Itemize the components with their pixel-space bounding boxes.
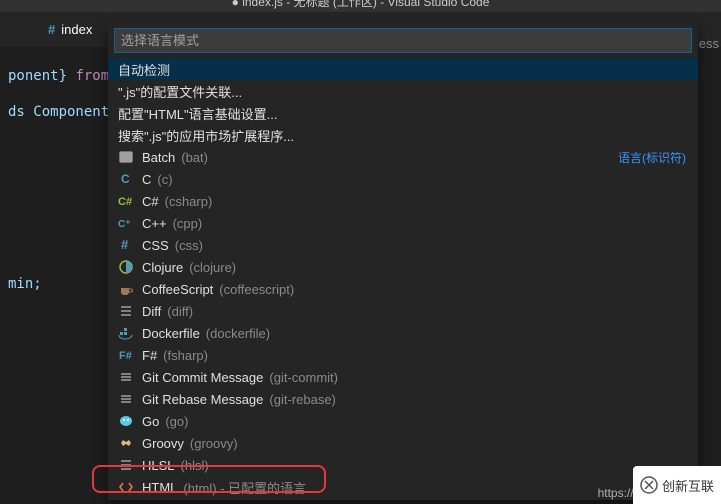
watermark-badge: 创新互联 — [633, 466, 721, 504]
language-desc: (groovy) — [190, 436, 238, 451]
language-desc: (hlsl) — [181, 458, 209, 473]
picker-hint: 语言(标识符) — [618, 149, 686, 166]
language-label: Diff — [142, 304, 161, 319]
language-desc: (fsharp) — [163, 348, 208, 363]
picker-item-label: 配置"HTML"语言基础设置... — [118, 104, 277, 123]
cpp-icon: C⁺ — [118, 215, 134, 231]
language-item[interactable]: C# C# (csharp) — [108, 190, 698, 212]
language-desc: (dockerfile) — [206, 326, 270, 341]
svg-text:C#: C# — [118, 196, 132, 208]
picker-item-label: 搜索".js"的应用市场扩展程序... — [118, 126, 294, 145]
docker-icon — [118, 325, 134, 341]
css-icon: # — [48, 22, 55, 37]
language-desc: (c) — [157, 172, 172, 187]
language-item[interactable]: Clojure (clojure) — [108, 256, 698, 278]
picker-item-label: 自动检测 — [118, 60, 170, 79]
language-item[interactable]: HLSL (hlsl) — [108, 454, 698, 476]
language-item[interactable]: Batch (bat) 语言(标识符) — [108, 146, 698, 168]
picker-item[interactable]: ".js"的配置文件关联... — [108, 80, 698, 102]
git-icon — [118, 391, 134, 407]
language-item[interactable]: # CSS (css) — [108, 234, 698, 256]
bat-icon — [118, 149, 134, 165]
coffee-icon — [118, 281, 134, 297]
editor-tab[interactable]: #index — [48, 14, 92, 45]
language-label: HLSL — [142, 458, 175, 473]
hlsl-icon — [118, 457, 134, 473]
svg-text:C: C — [121, 172, 130, 186]
language-desc: (diff) — [167, 304, 193, 319]
language-search-input[interactable] — [114, 28, 692, 53]
diff-icon — [118, 303, 134, 319]
groovy-icon — [118, 435, 134, 451]
badge-logo-icon — [640, 476, 658, 494]
language-label: Dockerfile — [142, 326, 200, 341]
picker-item-label: ".js"的配置文件关联... — [118, 82, 242, 101]
picker-item[interactable]: 搜索".js"的应用市场扩展程序... — [108, 124, 698, 146]
language-desc: (bat) — [181, 150, 208, 165]
language-label: Clojure — [142, 260, 183, 275]
svg-text:F#: F# — [119, 350, 132, 362]
language-label: C — [142, 172, 151, 187]
language-item[interactable]: Git Rebase Message (git-rebase) — [108, 388, 698, 410]
language-item[interactable]: CoffeeScript (coffeescript) — [108, 278, 698, 300]
language-item[interactable]: F# F# (fsharp) — [108, 344, 698, 366]
language-item[interactable]: Git Commit Message (git-commit) — [108, 366, 698, 388]
language-desc: (coffeescript) — [219, 282, 294, 297]
language-label: F# — [142, 348, 157, 363]
language-mode-picker: 自动检测 ".js"的配置文件关联... 配置"HTML"语言基础设置... 搜索".… — [108, 23, 698, 500]
git-icon — [118, 369, 134, 385]
fsharp-icon: F# — [118, 347, 134, 363]
language-desc: (git-commit) — [269, 370, 338, 385]
language-desc: (go) — [165, 414, 188, 429]
language-label: C++ — [142, 216, 167, 231]
language-label: Groovy — [142, 436, 184, 451]
language-item[interactable]: Go (go) — [108, 410, 698, 432]
language-desc: (git-rebase) — [269, 392, 335, 407]
language-label: Git Rebase Message — [142, 392, 263, 407]
language-desc: (html) - 已配置的语言 — [183, 478, 306, 497]
picker-item[interactable]: 自动检测 — [108, 58, 698, 80]
go-icon — [118, 413, 134, 429]
window-title-bar: ● index.js - 无标题 (工作区) - Visual Studio C… — [0, 0, 721, 12]
svg-text:C⁺: C⁺ — [118, 219, 131, 230]
language-label: Git Commit Message — [142, 370, 263, 385]
language-label: Go — [142, 414, 159, 429]
c-icon: C — [118, 171, 134, 187]
language-desc: (css) — [175, 238, 203, 253]
language-item[interactable]: Diff (diff) — [108, 300, 698, 322]
html-icon — [118, 479, 134, 495]
csharp-icon: C# — [118, 193, 134, 209]
language-label: CoffeeScript — [142, 282, 213, 297]
language-item[interactable]: C⁺ C++ (cpp) — [108, 212, 698, 234]
picker-item[interactable]: 配置"HTML"语言基础设置... — [108, 102, 698, 124]
language-item[interactable]: CC (c) — [108, 168, 698, 190]
css-icon: # — [118, 237, 134, 253]
clojure-icon — [118, 259, 134, 275]
language-desc: (clojure) — [189, 260, 236, 275]
right-panel-fragment: ess — [699, 36, 719, 51]
language-label: HTML — [142, 480, 177, 495]
language-label: C# — [142, 194, 159, 209]
language-desc: (cpp) — [173, 216, 203, 231]
language-item[interactable]: Groovy (groovy) — [108, 432, 698, 454]
language-label: Batch — [142, 150, 175, 165]
svg-text:#: # — [121, 237, 129, 252]
language-desc: (csharp) — [165, 194, 213, 209]
language-label: CSS — [142, 238, 169, 253]
language-list: 自动检测 ".js"的配置文件关联... 配置"HTML"语言基础设置... 搜索".… — [108, 58, 698, 500]
language-item[interactable]: Dockerfile (dockerfile) — [108, 322, 698, 344]
